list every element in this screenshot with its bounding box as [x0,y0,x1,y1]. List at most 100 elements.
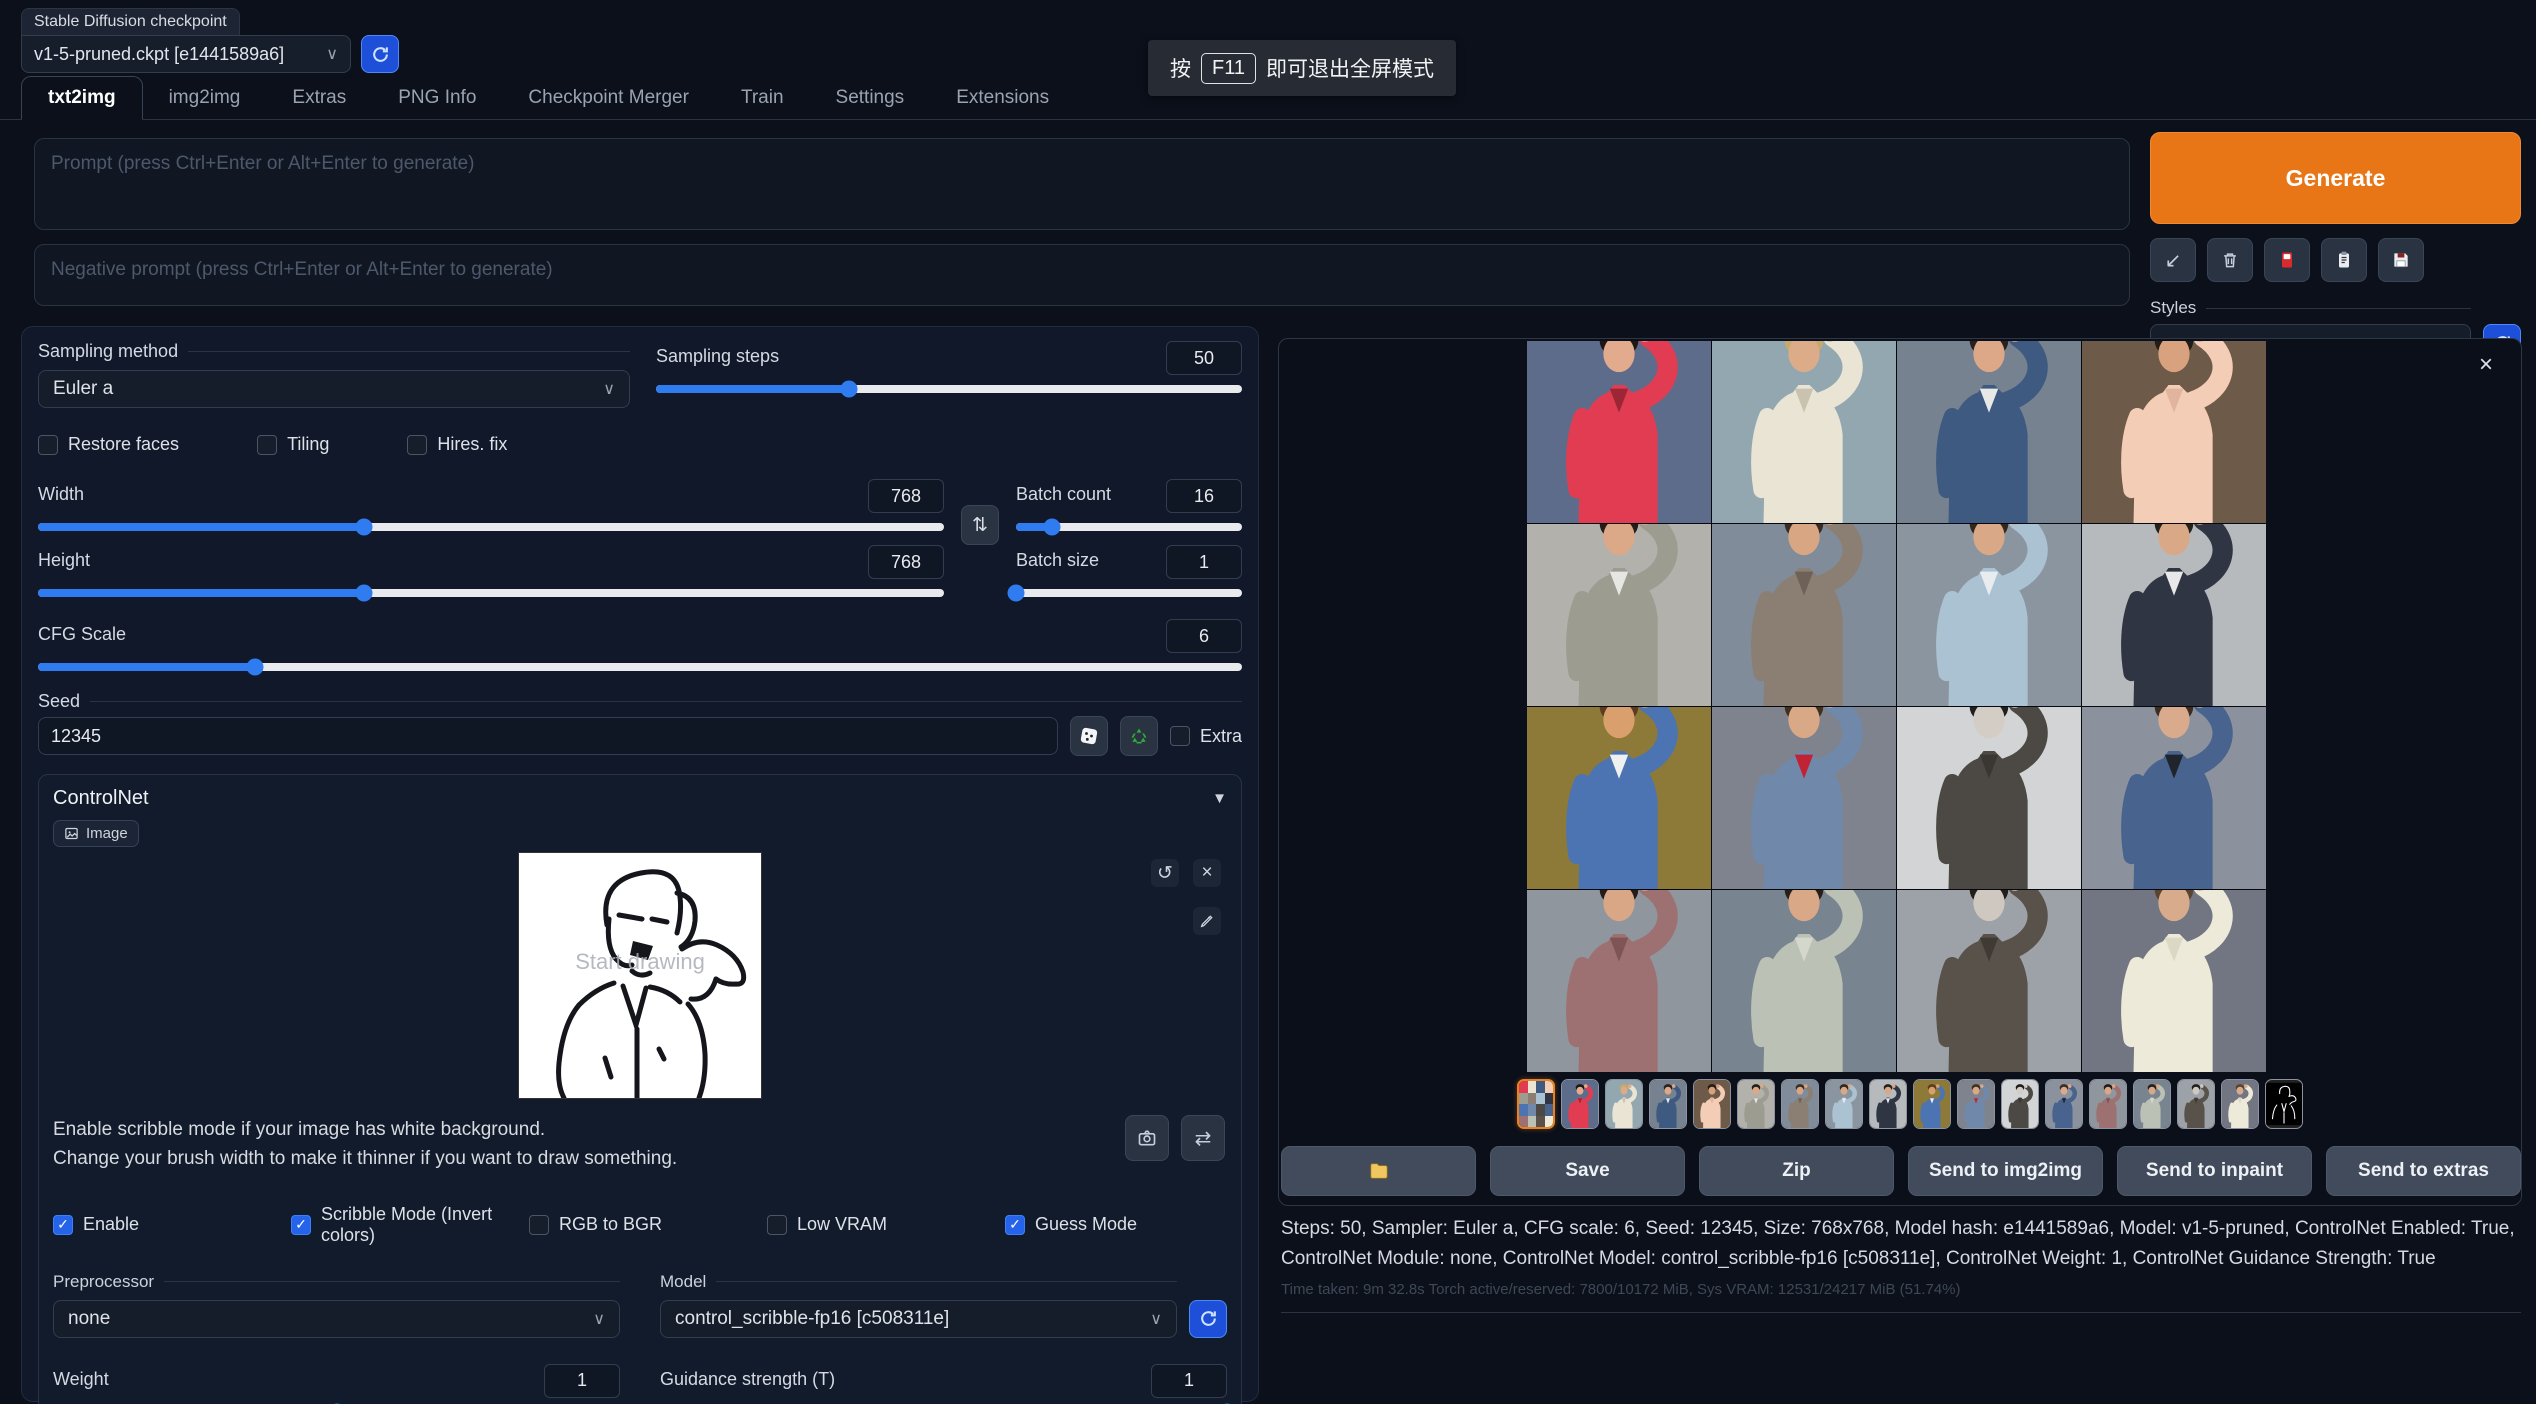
gallery-image-13[interactable] [1527,890,1711,1072]
extra-seed-option[interactable]: ✓ Extra [1170,726,1242,747]
cn-option-enable-checkbox[interactable]: ✓ [53,1215,73,1235]
gallery-image-12[interactable] [2082,707,2266,889]
clipboard-icon[interactable] [2321,238,2367,282]
thumbnail-grid-montage[interactable] [1517,1079,1555,1129]
negative-prompt-input[interactable]: Negative prompt (press Ctrl+Enter or Alt… [34,244,2130,306]
thumbnail-13[interactable] [2089,1079,2127,1129]
guidance-strength-value[interactable]: 1 [1151,1364,1227,1398]
swap-width-height-button[interactable]: ⇅ [961,505,999,545]
weight-value[interactable]: 1 [544,1364,620,1398]
thumbnail-4[interactable] [1693,1079,1731,1129]
tab-txt2img[interactable]: txt2img [21,76,143,120]
tab-train[interactable]: Train [715,77,810,119]
gallery-image-7[interactable] [1897,524,2081,706]
thumbnail-9[interactable] [1913,1079,1951,1129]
tab-extras[interactable]: Extras [266,77,372,119]
scribble-canvas[interactable]: Start drawing [519,853,761,1098]
tab-settings[interactable]: Settings [810,77,931,119]
sampling-steps-slider[interactable] [656,385,1242,393]
thumbnail-controlnet-scribble[interactable] [2265,1079,2303,1129]
thumbnail-12[interactable] [2045,1079,2083,1129]
thumbnail-7[interactable] [1825,1079,1863,1129]
reuse-seed-recycle-button[interactable] [1120,716,1158,756]
cn-option-rgb-to-bgr-checkbox[interactable]: ✓ [529,1215,549,1235]
paste-arrow-icon[interactable]: ↙ [2150,238,2196,282]
gallery-image-9[interactable] [1527,707,1711,889]
mirror-swap-icon[interactable]: ⇄ [1181,1115,1225,1161]
refresh-checkpoints-button[interactable] [361,35,399,73]
cn-option-guess-mode[interactable]: ✓Guess Mode [1005,1204,1243,1246]
option-hires-fix-checkbox[interactable]: ✓ [407,435,427,455]
width-value[interactable]: 768 [868,479,944,513]
save-button[interactable]: Save [1490,1146,1685,1196]
controlnet-accordion-header[interactable]: ControlNet ▼ [53,787,1227,810]
checkpoint-dropdown[interactable]: v1-5-pruned.ckpt [e1441589a6] ∨ [21,35,351,73]
batch-count-slider[interactable] [1016,523,1242,531]
send-to-img2img-button[interactable]: Send to img2img [1908,1146,2103,1196]
thumbnail-16[interactable] [2221,1079,2259,1129]
cn-option-rgb-to-bgr[interactable]: ✓RGB to BGR [529,1204,767,1246]
cn-option-enable[interactable]: ✓Enable [53,1204,291,1246]
thumbnail-8[interactable] [1869,1079,1907,1129]
extra-networks-card-icon[interactable] [2264,238,2310,282]
preprocessor-dropdown[interactable]: none ∨ [53,1300,620,1338]
gallery-image-16[interactable] [2082,890,2266,1072]
refresh-models-button[interactable] [1189,1300,1227,1338]
batch-size-value[interactable]: 1 [1166,545,1242,579]
seed-input[interactable] [38,717,1058,755]
clear-image-icon[interactable]: × [1193,859,1221,887]
gallery-image-10[interactable] [1712,707,1896,889]
sampling-method-dropdown[interactable]: Euler a ∨ [38,370,630,408]
option-hires-fix[interactable]: ✓Hires. fix [407,434,507,455]
gallery-image-15[interactable] [1897,890,2081,1072]
gallery-image-2[interactable] [1712,341,1896,523]
zip-button[interactable]: Zip [1699,1146,1894,1196]
thumbnail-1[interactable] [1561,1079,1599,1129]
prompt-input[interactable]: Prompt (press Ctrl+Enter or Alt+Enter to… [34,138,2130,230]
cn-option-scribble-mode-invert-colors--checkbox[interactable]: ✓ [291,1215,311,1235]
gallery-image-6[interactable] [1712,524,1896,706]
option-restore-faces-checkbox[interactable]: ✓ [38,435,58,455]
tab-png-info[interactable]: PNG Info [372,77,502,119]
thumbnail-14[interactable] [2133,1079,2171,1129]
option-tiling[interactable]: ✓Tiling [257,434,329,455]
gallery-image-3[interactable] [1897,341,2081,523]
thumbnail-10[interactable] [1957,1079,1995,1129]
cn-option-guess-mode-checkbox[interactable]: ✓ [1005,1215,1025,1235]
thumbnail-15[interactable] [2177,1079,2215,1129]
gallery-image-1[interactable] [1527,341,1711,523]
brush-icon[interactable] [1193,907,1221,935]
cn-option-low-vram[interactable]: ✓Low VRAM [767,1204,1005,1246]
tab-extensions[interactable]: Extensions [930,77,1075,119]
option-tiling-checkbox[interactable]: ✓ [257,435,277,455]
batch-size-slider[interactable] [1016,589,1242,597]
random-seed-dice-button[interactable] [1070,716,1108,756]
height-value[interactable]: 768 [868,545,944,579]
thumbnail-11[interactable] [2001,1079,2039,1129]
gallery-image-4[interactable] [2082,341,2266,523]
open-folder-button[interactable] [1281,1146,1476,1196]
width-slider[interactable] [38,523,944,531]
cn-option-scribble-mode-invert-colors-[interactable]: ✓Scribble Mode (Invert colors) [291,1204,529,1246]
batch-count-value[interactable]: 16 [1166,479,1242,513]
undo-icon[interactable]: ↺ [1151,859,1179,887]
webcam-icon[interactable] [1125,1115,1169,1161]
sampling-steps-value[interactable]: 50 [1166,341,1242,375]
option-restore-faces[interactable]: ✓Restore faces [38,434,179,455]
gallery-image-14[interactable] [1712,890,1896,1072]
cfg-scale-value[interactable]: 6 [1166,619,1242,653]
send-to-extras-button[interactable]: Send to extras [2326,1146,2521,1196]
trash-icon[interactable] [2207,238,2253,282]
gallery-image-5[interactable] [1527,524,1711,706]
close-gallery-icon[interactable]: × [2479,351,2493,379]
cfg-scale-slider[interactable] [38,663,1242,671]
cn-option-low-vram-checkbox[interactable]: ✓ [767,1215,787,1235]
gallery-image-11[interactable] [1897,707,2081,889]
generate-button[interactable]: Generate [2150,132,2521,224]
tab-image[interactable]: Image [53,820,139,847]
model-dropdown[interactable]: control_scribble-fp16 [c508311e] ∨ [660,1300,1177,1338]
gallery-image-8[interactable] [2082,524,2266,706]
thumbnail-3[interactable] [1649,1079,1687,1129]
height-slider[interactable] [38,589,944,597]
save-style-icon[interactable] [2378,238,2424,282]
